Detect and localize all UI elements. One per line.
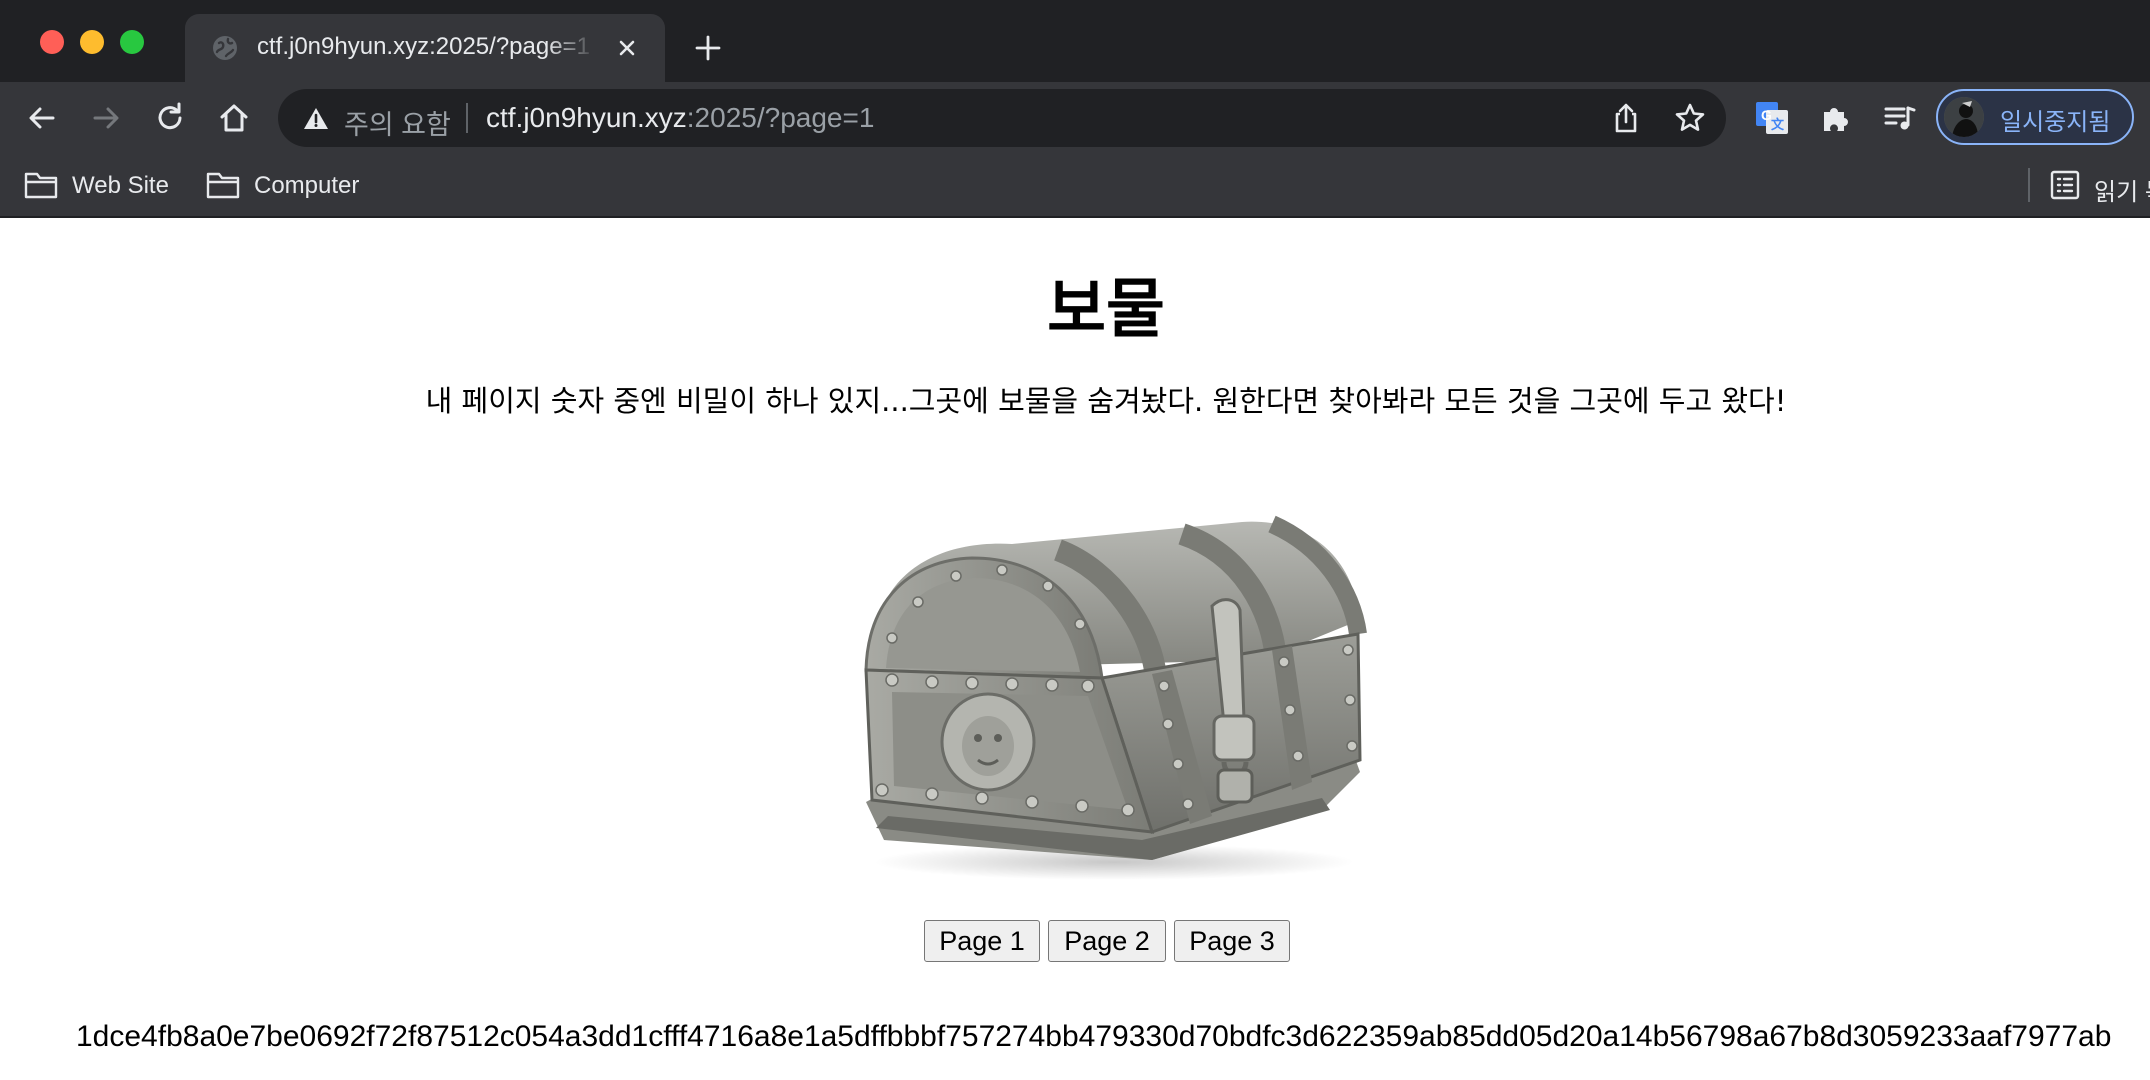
share-icon[interactable] (1608, 100, 1644, 136)
folder-icon (206, 172, 240, 199)
address-bar[interactable]: 주의 요함 ctf.j0n9hyun.xyz:2025/?page=1 (278, 89, 1726, 147)
window-minimize-button[interactable] (80, 30, 104, 54)
globe-icon (213, 36, 237, 60)
home-icon[interactable] (216, 100, 252, 136)
page-3-button[interactable]: Page 3 (1174, 920, 1290, 962)
window-maximize-button[interactable] (120, 30, 144, 54)
treasure-chest-image (864, 515, 1367, 880)
bookmarks-separator (2028, 168, 2030, 202)
url-host: ctf.j0n9hyun.xyz (486, 102, 687, 133)
back-icon[interactable] (24, 100, 60, 136)
hash-text: 1dce4fb8a0e7be0692f72f87512c054a3dd1cfff… (76, 1020, 2112, 1053)
bookmark-computer[interactable]: Computer (206, 168, 386, 204)
close-tab-icon[interactable] (613, 34, 641, 62)
profile-avatar-icon (1944, 97, 1984, 137)
reload-icon[interactable] (152, 100, 188, 136)
profile-status-label: 일시중지됨 (2000, 109, 2111, 136)
tab-title: ctf.j0n9hyun.xyz:2025/?page=1 (257, 33, 590, 60)
page-title: 보물 (1047, 273, 1165, 347)
security-status-label[interactable]: 주의 요함 (344, 103, 451, 142)
bookmark-star-icon[interactable] (1672, 100, 1708, 136)
profile-button[interactable]: 일시중지됨 (1936, 89, 2134, 145)
bookmark-label: Web Site (72, 172, 169, 199)
avatar (1944, 97, 1984, 137)
browser-titlebar: ctf.j0n9hyun.xyz:2025/?page=1 (0, 0, 2150, 82)
media-playlist-icon[interactable] (1882, 100, 1918, 136)
reading-list-label: 읽기 목록 (2094, 179, 2150, 206)
folder-icon (24, 172, 58, 199)
warning-icon[interactable] (302, 105, 330, 133)
page-description: 내 페이지 숫자 중엔 비밀이 하나 있지...그곳에 보물을 숨겨놨다. 원한… (425, 384, 1787, 418)
reading-list-icon (2050, 170, 2080, 200)
url-path: :2025/?page=1 (686, 102, 875, 133)
bookmarks-bar: Web Site Computer 읽기 목록 (0, 154, 2150, 218)
window-close-button[interactable] (40, 30, 64, 54)
extensions-puzzle-icon[interactable] (1818, 100, 1854, 136)
bookmark-label: Computer (254, 172, 360, 199)
page-2-button[interactable]: Page 2 (1048, 920, 1166, 962)
new-tab-button[interactable] (692, 32, 724, 64)
browser-tab-active[interactable]: ctf.j0n9hyun.xyz:2025/?page=1 (185, 14, 665, 82)
browser-toolbar: 주의 요함 ctf.j0n9hyun.xyz:2025/?page=1 G 文 (0, 82, 2150, 154)
address-separator (466, 103, 468, 133)
translate-icon[interactable]: G 文 (1754, 100, 1790, 136)
page-content: 보물 내 페이지 숫자 중엔 비밀이 하나 있지...그곳에 보물을 숨겨놨다.… (0, 218, 2150, 1080)
forward-icon[interactable] (88, 100, 124, 136)
page-1-button[interactable]: Page 1 (924, 920, 1040, 962)
bookmark-web-site[interactable]: Web Site (24, 168, 184, 204)
svg-text:文: 文 (1771, 117, 1785, 132)
url-text[interactable]: ctf.j0n9hyun.xyz:2025/?page=1 (486, 102, 874, 134)
